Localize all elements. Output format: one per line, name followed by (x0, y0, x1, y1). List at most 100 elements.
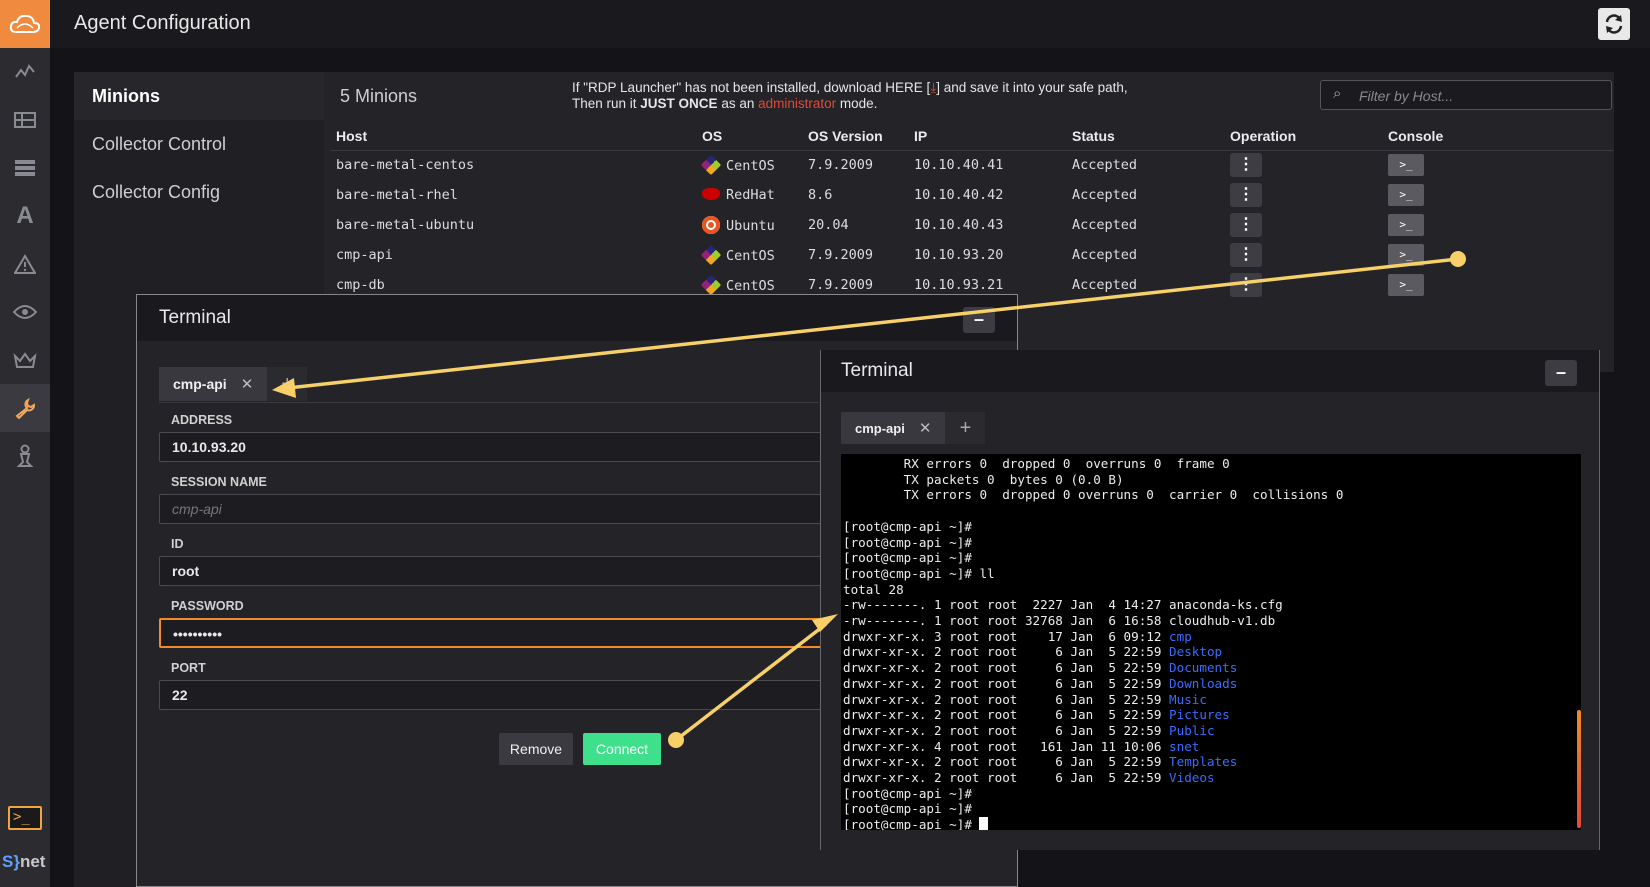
centos-icon (700, 155, 722, 176)
wrench-icon[interactable] (0, 384, 50, 432)
sidebar: A >_ S}net (0, 0, 50, 887)
font-a-icon[interactable]: A (0, 192, 50, 240)
status-cell: Accepted (1072, 217, 1138, 233)
console-line: RX errors 0 dropped 0 overruns 0 frame 0 (843, 456, 1230, 471)
eye-icon[interactable] (0, 288, 50, 336)
terminal-tab-cmp-api[interactable]: cmp-api ✕ (159, 367, 268, 401)
app-window: A >_ S}net Agent Configuration Minions C… (0, 0, 1650, 887)
directory-name: Music (1169, 691, 1207, 707)
subnav-item-minions[interactable]: Minions (74, 72, 324, 120)
rdp-launcher-notice: If "RDP Launcher" has not been installed… (572, 80, 1128, 111)
col-os-version[interactable]: OS Version (802, 122, 908, 151)
subnav-item-collector-config[interactable]: Collector Config (74, 168, 324, 216)
console-button[interactable]: >_ (1388, 184, 1424, 206)
port-label: PORT (171, 661, 206, 675)
host-cell: bare-metal-rhel (336, 187, 458, 203)
connection-form: ADDRESS 10.10.93.20 SESSION NAME cmp-api… (159, 413, 839, 723)
console-button[interactable]: >_ (1388, 244, 1424, 266)
add-tab-button[interactable]: + (945, 412, 986, 444)
console-line: drwxr-xr-x. 2 root root 6 Jan 5 22:59 (843, 770, 1170, 786)
session-name-field[interactable]: cmp-api (159, 494, 839, 524)
warning-icon[interactable] (0, 240, 50, 288)
console-cell: >_ (1382, 150, 1614, 180)
minions-table: Host OS OS Version IP Status Operation C… (330, 122, 1614, 300)
centos-icon (700, 274, 722, 296)
console-line: [root@cmp-api ~]# (843, 550, 972, 566)
connect-button[interactable]: Connect (583, 733, 661, 765)
search-icon: ⌕ (1333, 85, 1342, 102)
brand-logo: S}net (2, 852, 46, 871)
add-tab-button[interactable]: + (267, 367, 308, 401)
host-filter-input[interactable] (1359, 86, 1599, 106)
operation-cell: ⋮ (1224, 240, 1382, 270)
close-icon[interactable]: ✕ (241, 375, 254, 393)
table-row[interactable]: bare-metal-rhel RedHat 8.6 10.10.40.42 Accep… (330, 180, 1614, 210)
directory-name: snet (1169, 738, 1200, 754)
console-button[interactable]: >_ (1388, 274, 1424, 296)
console-button[interactable]: >_ (1388, 214, 1424, 236)
operation-menu-button[interactable]: ⋮ (1230, 243, 1262, 267)
terminal-panel-console: Terminal – cmp-api ✕ + RX errors 0 dropp… (820, 350, 1600, 850)
tab-label: cmp-api (173, 376, 227, 392)
chess-pawn-icon[interactable] (0, 432, 50, 480)
table-header-row: Host OS OS Version IP Status Operation C… (330, 122, 1614, 151)
minimize-button[interactable]: – (963, 307, 995, 333)
session-name-label: SESSION NAME (171, 475, 267, 489)
remove-button[interactable]: Remove (499, 733, 573, 765)
list-icon[interactable] (0, 144, 50, 192)
status-cell: Accepted (1072, 187, 1138, 203)
table-row[interactable]: bare-metal-ubuntu Ubuntu 20.04 10.10.40.43 A… (330, 210, 1614, 240)
console-button[interactable]: >_ (1388, 154, 1424, 177)
terminal-tab-cmp-api[interactable]: cmp-api ✕ (841, 412, 946, 444)
console-line: drwxr-xr-x. 2 root root 6 Jan 5 22:59 (843, 722, 1170, 738)
terminal-console[interactable]: RX errors 0 dropped 0 overruns 0 frame 0… (841, 454, 1581, 830)
terminal-title: Terminal (159, 307, 231, 328)
console-line: drwxr-xr-x. 2 root root 6 Jan 5 22:59 (843, 675, 1170, 691)
directory-name: Videos (1169, 770, 1215, 786)
ip-cell: 10.10.93.20 (914, 247, 1004, 263)
close-icon[interactable]: ✕ (919, 419, 932, 437)
terminal-tabs: cmp-api ✕ + (159, 367, 819, 403)
address-field[interactable]: 10.10.93.20 (159, 432, 839, 462)
col-host[interactable]: Host (330, 122, 696, 151)
col-ip[interactable]: IP (908, 122, 1066, 151)
activity-icon[interactable] (0, 48, 50, 96)
operation-menu-button[interactable]: ⋮ (1230, 183, 1262, 207)
table-icon[interactable] (0, 96, 50, 144)
subnav-item-collector-control[interactable]: Collector Control (74, 120, 324, 168)
console-cell: >_ (1382, 180, 1614, 210)
operation-menu-button[interactable]: ⋮ (1230, 153, 1262, 178)
operation-menu-button[interactable]: ⋮ (1230, 273, 1262, 297)
console-line: [root@cmp-api ~]# (843, 801, 972, 817)
directory-name: Desktop (1169, 644, 1223, 660)
operation-menu-button[interactable]: ⋮ (1230, 213, 1262, 237)
col-os[interactable]: OS (696, 122, 802, 151)
id-field[interactable]: root (159, 556, 839, 586)
console-scrollbar[interactable] (1577, 710, 1581, 828)
console-line: TX packets 0 bytes 0 (0.0 B) (843, 471, 1124, 487)
crown-icon[interactable] (0, 336, 50, 384)
terminal-tabs: cmp-api ✕ + (841, 412, 986, 446)
terminal-icon[interactable]: >_ (8, 806, 42, 830)
refresh-button[interactable] (1598, 8, 1630, 40)
cloud-logo-icon[interactable] (0, 0, 50, 48)
file-name: anaconda-ks.cfg (1169, 597, 1283, 613)
directory-name: Downloads (1169, 675, 1238, 691)
password-field[interactable]: •••••••••• (159, 618, 839, 648)
table-row[interactable]: cmp-api CentOS 7.9.2009 10.10.93.20 Accepted… (330, 240, 1614, 270)
minimize-button[interactable]: – (1545, 360, 1577, 386)
console-line: -rw-------. 1 root root 2227 Jan 4 14:27 (843, 597, 1170, 613)
port-field[interactable]: 22 (159, 680, 839, 710)
host-filter: ⌕ (1320, 80, 1612, 110)
col-status[interactable]: Status (1066, 122, 1224, 151)
console-cell: >_ (1382, 210, 1614, 240)
console-line: [root@cmp-api ~]# (843, 518, 972, 534)
address-label: ADDRESS (171, 413, 233, 427)
console-cell: >_ (1382, 270, 1614, 300)
password-label: PASSWORD (171, 599, 244, 613)
operation-cell: ⋮ (1224, 180, 1382, 210)
host-cell: bare-metal-centos (336, 157, 475, 174)
os-version-cell: 20.04 (808, 217, 849, 233)
table-row[interactable]: bare-metal-centos CentOS 7.9.2009 10.10.40.… (330, 150, 1614, 180)
console-line: drwxr-xr-x. 2 root root 6 Jan 5 22:59 (843, 644, 1170, 660)
